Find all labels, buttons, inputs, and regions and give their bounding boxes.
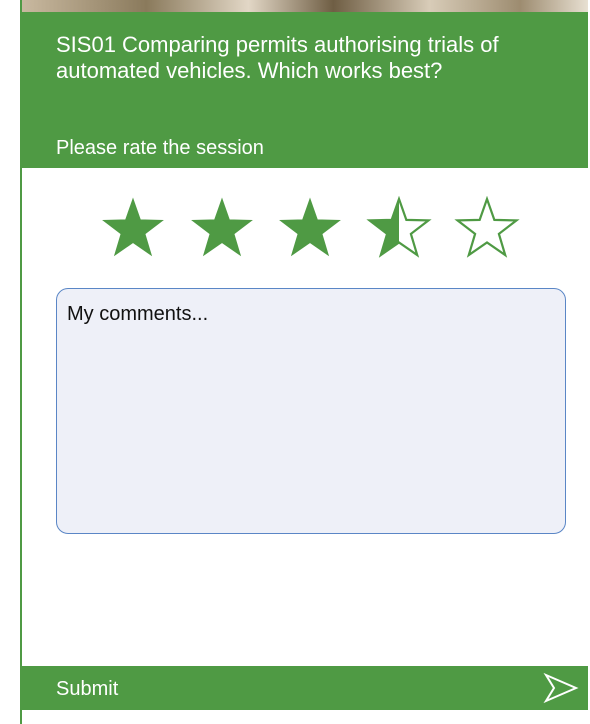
- session-header: SIS01 Comparing permits authorising tria…: [22, 12, 588, 168]
- submit-label: Submit: [56, 678, 119, 700]
- star-1-icon[interactable]: [100, 196, 166, 260]
- star-4-icon[interactable]: [365, 196, 432, 260]
- star-rating[interactable]: [100, 196, 520, 260]
- rate-prompt: Please rate the session: [56, 137, 264, 159]
- submit-button[interactable]: Submit: [22, 666, 588, 710]
- session-title: SIS01 Comparing permits authorising tria…: [56, 32, 499, 83]
- star-2-icon[interactable]: [189, 196, 255, 260]
- header-photo: [22, 0, 588, 12]
- send-icon[interactable]: [542, 672, 580, 704]
- star-5-icon[interactable]: [454, 196, 520, 260]
- rating-panel: SIS01 Comparing permits authorising tria…: [20, 0, 588, 724]
- star-3-icon[interactable]: [277, 196, 343, 260]
- comments-input[interactable]: [56, 288, 566, 534]
